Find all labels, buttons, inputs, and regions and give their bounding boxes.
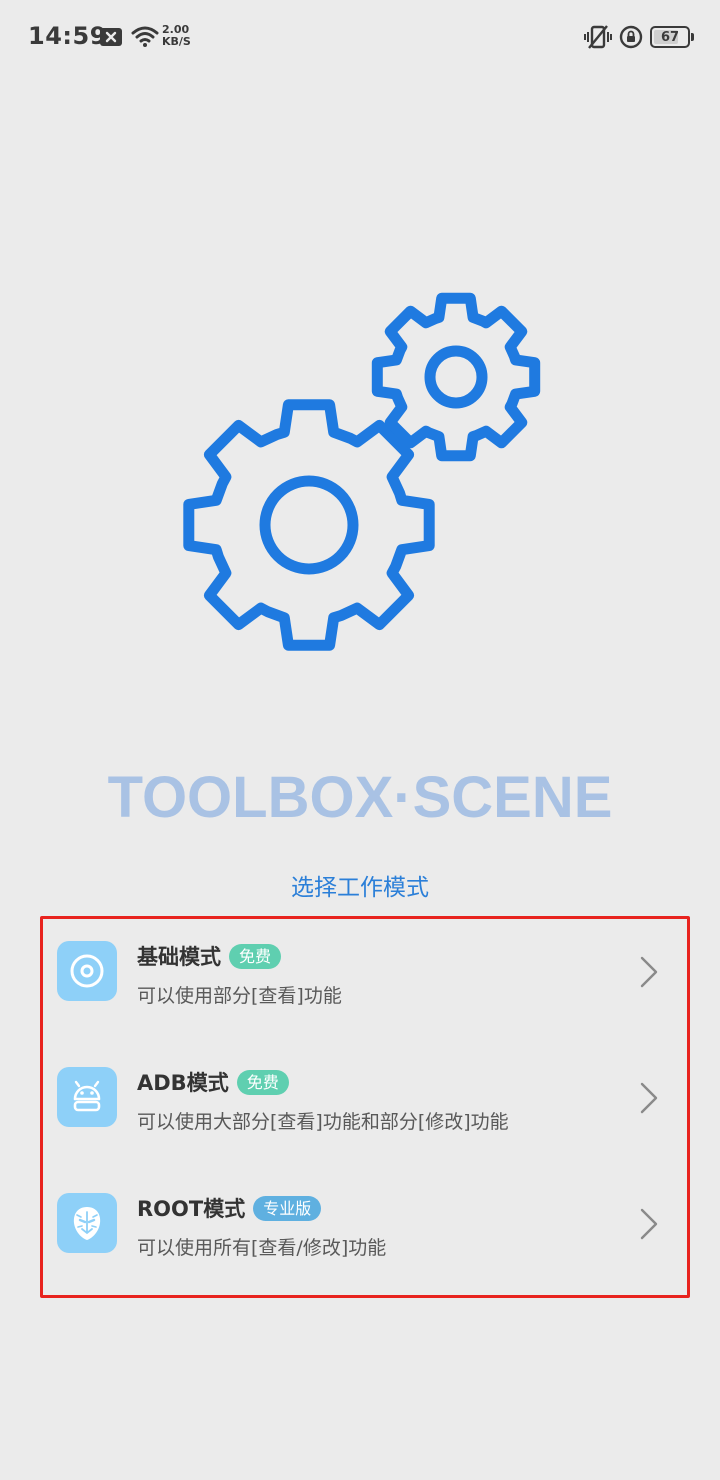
rotation-lock-icon	[618, 24, 644, 54]
gears-icon	[170, 285, 550, 669]
android-icon	[57, 1067, 117, 1127]
status-bar: 14:59 2.00 KB/S 67	[0, 0, 720, 72]
close-box-icon	[100, 28, 122, 46]
mode-list: 基础模式 免费 可以使用部分[查看]功能 ADB模式 免费 可以使用大部分[查看…	[40, 916, 690, 1298]
net-speed-unit: KB/S	[162, 35, 191, 48]
net-speed: 2.00 KB/S	[162, 24, 191, 48]
mode-description: 可以使用大部分[查看]功能和部分[修改]功能	[137, 1111, 509, 1133]
vibrate-icon	[584, 24, 612, 54]
mode-title: 基础模式	[137, 945, 221, 969]
badge-free: 免费	[236, 1069, 289, 1095]
mode-item-adb[interactable]: ADB模式 免费 可以使用大部分[查看]功能和部分[修改]功能	[43, 1045, 687, 1167]
app-brand: TOOLBOX·SCENE	[107, 765, 613, 830]
badge-free: 免费	[229, 943, 282, 969]
wifi-icon	[130, 24, 160, 52]
chevron-right-icon	[637, 1207, 661, 1245]
mode-title-row: ADB模式 免费	[137, 1067, 289, 1097]
mode-item-basic[interactable]: 基础模式 免费 可以使用部分[查看]功能	[43, 919, 687, 1041]
page-subtitle: 选择工作模式	[291, 875, 429, 901]
disc-icon	[57, 941, 117, 1001]
battery-icon: 67	[650, 26, 694, 48]
mode-description: 可以使用部分[查看]功能	[137, 985, 342, 1007]
mode-title-row: 基础模式 免费	[137, 941, 282, 971]
mode-title: ROOT模式	[137, 1197, 246, 1221]
battery-level: 67	[660, 29, 680, 45]
chevron-right-icon	[637, 955, 661, 993]
mask-icon	[57, 1193, 117, 1253]
mode-title: ADB模式	[137, 1071, 229, 1095]
status-time: 14:59	[28, 22, 107, 50]
mode-description: 可以使用所有[查看/修改]功能	[137, 1237, 387, 1259]
mode-item-root[interactable]: ROOT模式 专业版 可以使用所有[查看/修改]功能	[43, 1171, 687, 1293]
badge-pro: 专业版	[253, 1195, 322, 1221]
chevron-right-icon	[637, 1081, 661, 1119]
mode-title-row: ROOT模式 专业版	[137, 1193, 322, 1223]
